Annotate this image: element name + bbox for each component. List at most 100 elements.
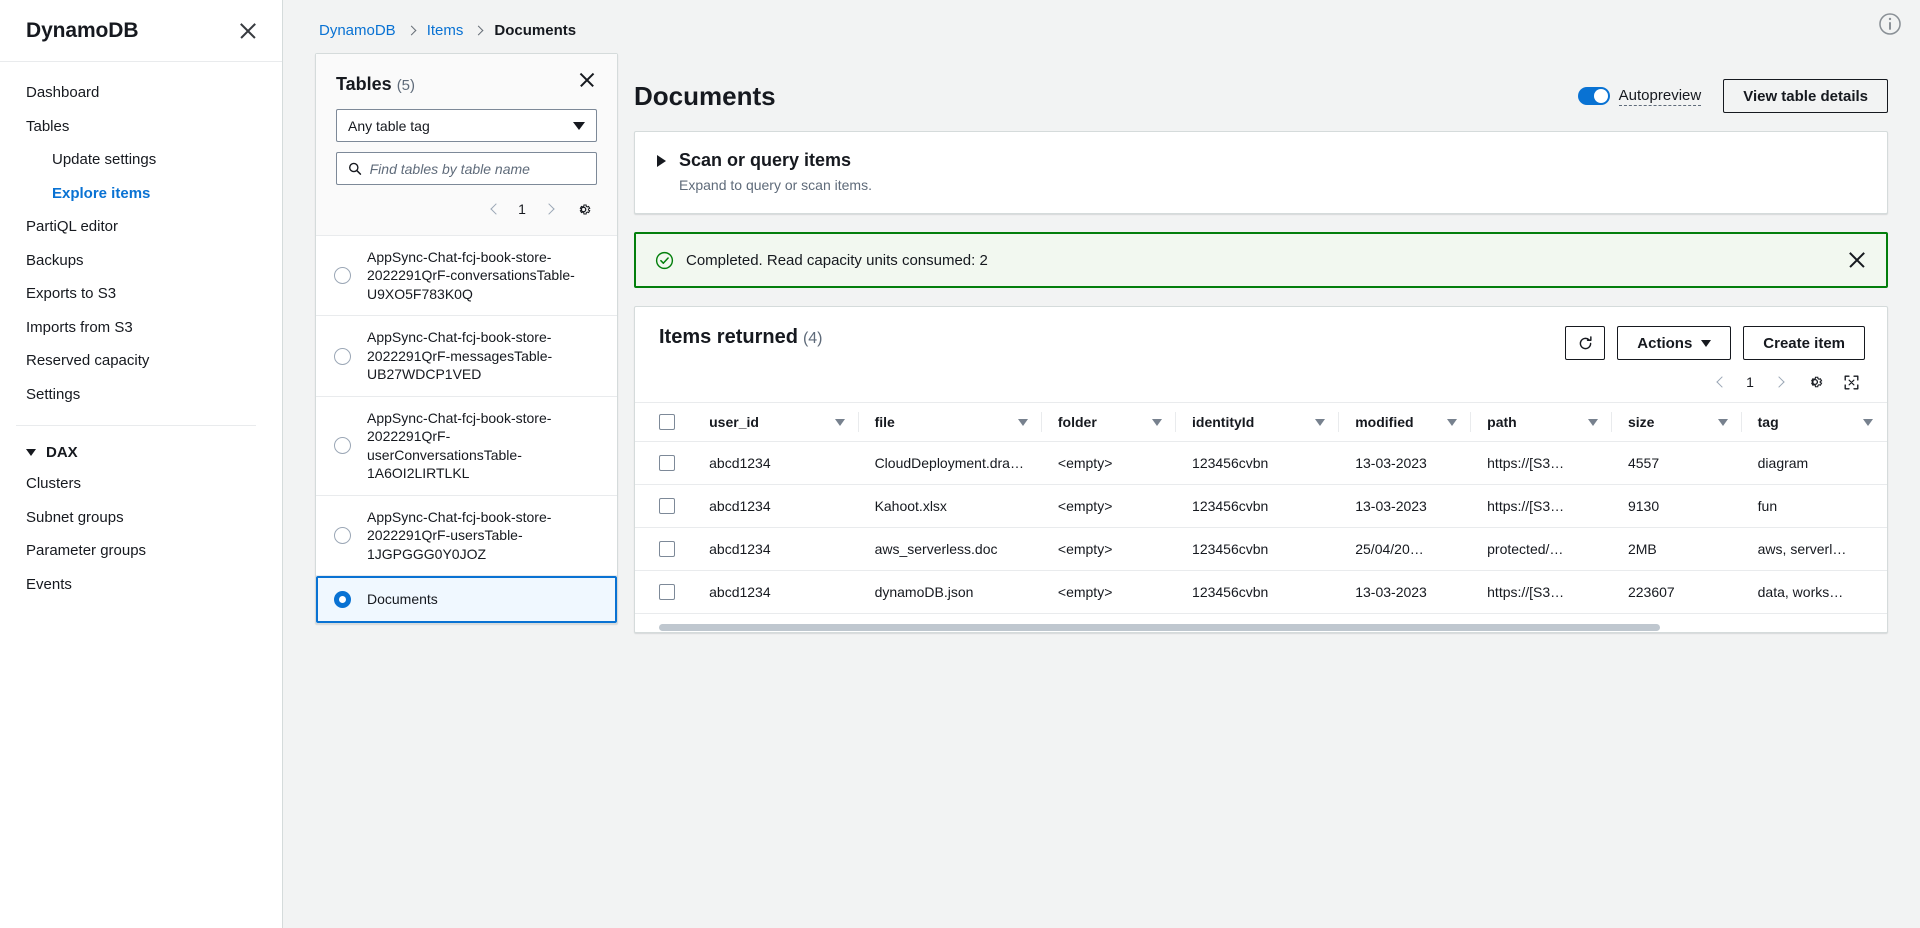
chevron-left-icon: [1715, 376, 1728, 388]
sidebar-group-dax[interactable]: DAX: [0, 438, 282, 467]
sidebar-item-tables[interactable]: Tables: [0, 110, 282, 144]
table-name: AppSync-Chat-fcj-book-store-2022291QrF-u…: [367, 508, 552, 562]
close-icon[interactable]: [577, 70, 597, 90]
radio-icon[interactable]: [334, 267, 351, 285]
breadcrumb: DynamoDB Items Documents: [283, 0, 1920, 39]
column-label: size: [1627, 414, 1655, 430]
table-list-item[interactable]: AppSync-Chat-fcj-book-store-2022291QrF-u…: [316, 397, 617, 496]
sort-icon[interactable]: [1017, 418, 1028, 426]
next-page-button[interactable]: [539, 198, 561, 220]
table-list-item-selected[interactable]: Documents: [316, 576, 617, 623]
table-row[interactable]: abcd1234 Kahoot.xlsx <empty> 123456cvbn …: [635, 484, 1887, 528]
sidebar-item-settings[interactable]: Settings: [0, 378, 282, 412]
sidebar-item-backups[interactable]: Backups: [0, 244, 282, 278]
cell-size: 9130: [1611, 484, 1742, 528]
breadcrumb-item-documents: Documents: [494, 22, 577, 39]
page-number[interactable]: 1: [1743, 374, 1757, 390]
toggle-switch-on[interactable]: [1577, 87, 1610, 105]
view-table-details-button[interactable]: View table details: [1723, 79, 1888, 113]
close-icon[interactable]: [1846, 249, 1868, 271]
sidebar-item-clusters[interactable]: Clusters: [0, 467, 282, 501]
sort-icon[interactable]: [834, 418, 845, 426]
sort-icon[interactable]: [1447, 418, 1458, 426]
sidebar-item-subnet-groups[interactable]: Subnet groups: [0, 501, 282, 535]
items-table-scroll[interactable]: user_id file folder identityId modified …: [635, 402, 1887, 614]
sort-icon[interactable]: [1315, 418, 1326, 426]
sidebar-item-exports-to-s3[interactable]: Exports to S3: [0, 277, 282, 311]
refresh-button[interactable]: [1565, 326, 1606, 360]
fullscreen-button[interactable]: [1839, 370, 1863, 394]
scan-title: Scan or query items: [679, 150, 852, 170]
row-select-cell: [635, 484, 694, 528]
sidebar-item-update-settings[interactable]: Update settings: [0, 143, 282, 177]
table-row[interactable]: abcd1234 aws_serverless.doc <empty> 1234…: [635, 527, 1887, 571]
row-checkbox[interactable]: [659, 541, 675, 557]
next-page-button[interactable]: [1769, 371, 1791, 393]
cell-file: CloudDeployment.dra…: [858, 441, 1042, 485]
info-icon[interactable]: [1878, 12, 1904, 38]
nav-item-list: Dashboard Tables Update settings Explore…: [0, 62, 282, 601]
items-returned-card: Items returned (4) Actions Create item 1…: [634, 306, 1888, 633]
search-input[interactable]: [369, 160, 585, 177]
cell-user-id[interactable]: abcd1234: [693, 484, 859, 528]
select-all-checkbox[interactable]: [659, 414, 675, 430]
breadcrumb-item-items[interactable]: Items: [427, 22, 464, 39]
breadcrumb-item-dynamodb[interactable]: DynamoDB: [319, 22, 396, 39]
caret-down-icon: [1701, 339, 1712, 347]
table-row[interactable]: abcd1234 CloudDeployment.dra… <empty> 12…: [635, 441, 1887, 485]
items-returned-title: Items returned: [659, 326, 798, 348]
sidebar-item-reserved-capacity[interactable]: Reserved capacity: [0, 344, 282, 378]
table-tag-filter-select[interactable]: Any table tag: [336, 109, 597, 142]
nav-divider: [16, 425, 256, 426]
cell-user-id[interactable]: abcd1234: [693, 441, 859, 485]
items-pagination: 1: [635, 360, 1887, 402]
autopreview-toggle[interactable]: Autopreview: [1577, 87, 1702, 106]
table-list-item[interactable]: AppSync-Chat-fcj-book-store-2022291QrF-c…: [316, 236, 617, 317]
cell-user-id[interactable]: abcd1234: [693, 527, 859, 571]
sort-icon[interactable]: [1587, 418, 1598, 426]
table-list-item[interactable]: AppSync-Chat-fcj-book-store-2022291QrF-u…: [316, 496, 617, 577]
sort-icon[interactable]: [1152, 418, 1163, 426]
table-list-item[interactable]: AppSync-Chat-fcj-book-store-2022291QrF-m…: [316, 316, 617, 397]
documents-column: Documents Autopreview View table details…: [618, 53, 1920, 633]
table-row[interactable]: abcd1234 dynamoDB.json <empty> 123456cvb…: [635, 570, 1887, 614]
items-returned-title-wrap: Items returned (4): [659, 326, 823, 349]
sidebar-item-dashboard[interactable]: Dashboard: [0, 76, 282, 110]
triangle-right-icon[interactable]: [657, 154, 666, 167]
sidebar-item-imports-from-s3[interactable]: Imports from S3: [0, 311, 282, 345]
radio-icon[interactable]: [334, 437, 351, 455]
horizontal-scrollbar-track[interactable]: [635, 622, 1887, 632]
page-number[interactable]: 1: [515, 201, 529, 217]
radio-icon-selected[interactable]: [334, 590, 351, 608]
row-checkbox[interactable]: [659, 584, 675, 600]
sort-icon[interactable]: [1717, 418, 1728, 426]
radio-icon[interactable]: [334, 347, 351, 365]
create-item-button[interactable]: Create item: [1743, 326, 1865, 360]
radio-icon[interactable]: [334, 526, 351, 544]
sidebar-item-explore-items[interactable]: Explore items: [0, 177, 282, 211]
cell-user-id[interactable]: abcd1234: [693, 570, 859, 614]
row-checkbox[interactable]: [659, 498, 675, 514]
prev-page-button[interactable]: [1709, 371, 1731, 393]
table-name: AppSync-Chat-fcj-book-store-2022291QrF-m…: [367, 329, 553, 383]
table-header-row: user_id file folder identityId modified …: [635, 402, 1887, 442]
row-checkbox[interactable]: [659, 455, 675, 471]
table-preferences-button[interactable]: [571, 197, 595, 221]
sort-icon[interactable]: [1863, 418, 1873, 426]
sidebar-item-parameter-groups[interactable]: Parameter groups: [0, 534, 282, 568]
cell-tag: fun: [1741, 484, 1887, 528]
items-preferences-button[interactable]: [1803, 370, 1827, 394]
scan-expand-row[interactable]: Scan or query items: [657, 150, 1865, 171]
close-icon[interactable]: [236, 19, 260, 43]
table-search-box[interactable]: [336, 152, 597, 185]
cell-folder: <empty>: [1041, 570, 1177, 614]
scan-subtitle: Expand to query or scan items.: [679, 177, 872, 193]
sidebar-item-events[interactable]: Events: [0, 568, 282, 602]
search-icon: [349, 162, 362, 175]
horizontal-scrollbar-thumb[interactable]: [659, 623, 1660, 631]
sidebar-item-partiql-editor[interactable]: PartiQL editor: [0, 210, 282, 244]
prev-page-button[interactable]: [483, 198, 505, 220]
actions-dropdown-button[interactable]: Actions: [1617, 326, 1732, 360]
column-label: modified: [1355, 414, 1414, 430]
tables-count: (5): [396, 77, 416, 94]
